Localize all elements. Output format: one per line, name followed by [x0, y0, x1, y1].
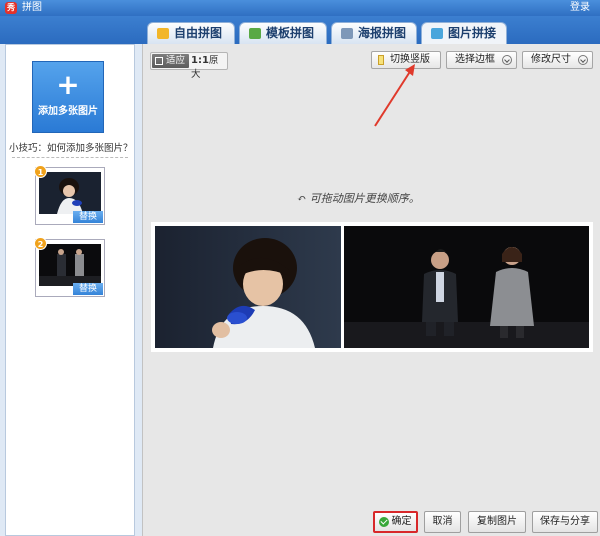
zoom-original-button[interactable]: 1:1原大	[191, 54, 227, 80]
image-thumbnail-2[interactable]: 2 替换	[34, 237, 105, 297]
fit-icon	[155, 57, 163, 65]
mode-tabs: 自由拼图 模板拼图 海报拼图 图片拼接	[0, 16, 600, 44]
chevron-down-icon	[502, 55, 512, 65]
zoom-fit-button[interactable]: 适应	[152, 54, 189, 68]
cancel-button[interactable]: 取消	[424, 511, 461, 533]
stitch-canvas-area: 适应 1:1原大 切换竖版 选择边框 修改尺寸 ↶ 可拖动图片更换顺序。 确定 …	[142, 44, 600, 536]
add-images-tip-link[interactable]: 小技巧：如何添加多张图片？	[9, 140, 133, 154]
app-logo-icon: 秀	[5, 2, 17, 14]
ratio-icon: 1:1	[191, 55, 209, 66]
thumbnail-number-badge: 2	[34, 237, 47, 250]
divider	[12, 157, 128, 158]
zoom-fit-label: 适应	[166, 55, 186, 66]
tab-template-collage[interactable]: 模板拼图	[239, 22, 327, 44]
resize-label: 修改尺寸	[531, 54, 571, 65]
replace-image-button[interactable]: 替换	[73, 283, 103, 295]
chevron-down-icon	[578, 55, 588, 65]
select-border-label: 选择边框	[455, 54, 495, 65]
login-link[interactable]: 登录	[570, 1, 590, 15]
confirm-button[interactable]: 确定	[373, 511, 418, 533]
thumbnail-image	[39, 244, 101, 286]
drag-reorder-hint: ↶ 可拖动图片更换顺序。	[297, 192, 420, 205]
tab-label: 图片拼接	[448, 26, 497, 40]
template-collage-icon	[249, 28, 261, 39]
select-border-dropdown[interactable]: 选择边框	[446, 51, 517, 69]
title-bar: 秀 拼图 登录	[0, 0, 600, 16]
tab-label: 自由拼图	[174, 26, 223, 40]
action-bar: 确定 取消 复制图片 保存与分享	[373, 511, 599, 533]
zoom-toggle: 适应 1:1原大	[150, 52, 228, 80]
tab-label: 海报拼图	[358, 26, 407, 40]
annotation-arrow-icon	[374, 64, 415, 127]
poster-collage-icon	[341, 28, 353, 39]
add-images-button[interactable]: + 添加多张图片	[32, 61, 104, 133]
copy-image-button[interactable]: 复制图片	[468, 511, 526, 533]
thumbnail-image	[39, 172, 101, 214]
save-and-share-button[interactable]: 保存与分享	[532, 511, 598, 533]
confirm-label: 确定	[391, 516, 412, 527]
add-images-label: 添加多张图片	[38, 106, 98, 117]
tab-free-collage[interactable]: 自由拼图	[147, 22, 235, 44]
image-list-panel: + 添加多张图片 小技巧：如何添加多张图片？ 1 替换 2 替换	[5, 44, 135, 536]
tab-poster-collage[interactable]: 海报拼图	[331, 22, 417, 44]
collage-photo-1[interactable]	[155, 226, 341, 348]
thumbnail-number-badge: 1	[34, 165, 47, 178]
check-icon	[379, 517, 389, 527]
collage-photo-2[interactable]	[344, 226, 589, 348]
image-stitch-icon	[431, 28, 443, 39]
free-collage-icon	[157, 28, 169, 39]
tab-image-stitch[interactable]: 图片拼接	[421, 22, 507, 44]
plus-icon: +	[56, 68, 80, 101]
window-title: 拼图	[22, 2, 42, 13]
image-thumbnail-1[interactable]: 1 替换	[34, 165, 105, 225]
tab-label: 模板拼图	[266, 26, 315, 40]
stitched-collage	[151, 222, 593, 352]
resize-dropdown[interactable]: 修改尺寸	[522, 51, 593, 69]
replace-image-button[interactable]: 替换	[73, 211, 103, 223]
